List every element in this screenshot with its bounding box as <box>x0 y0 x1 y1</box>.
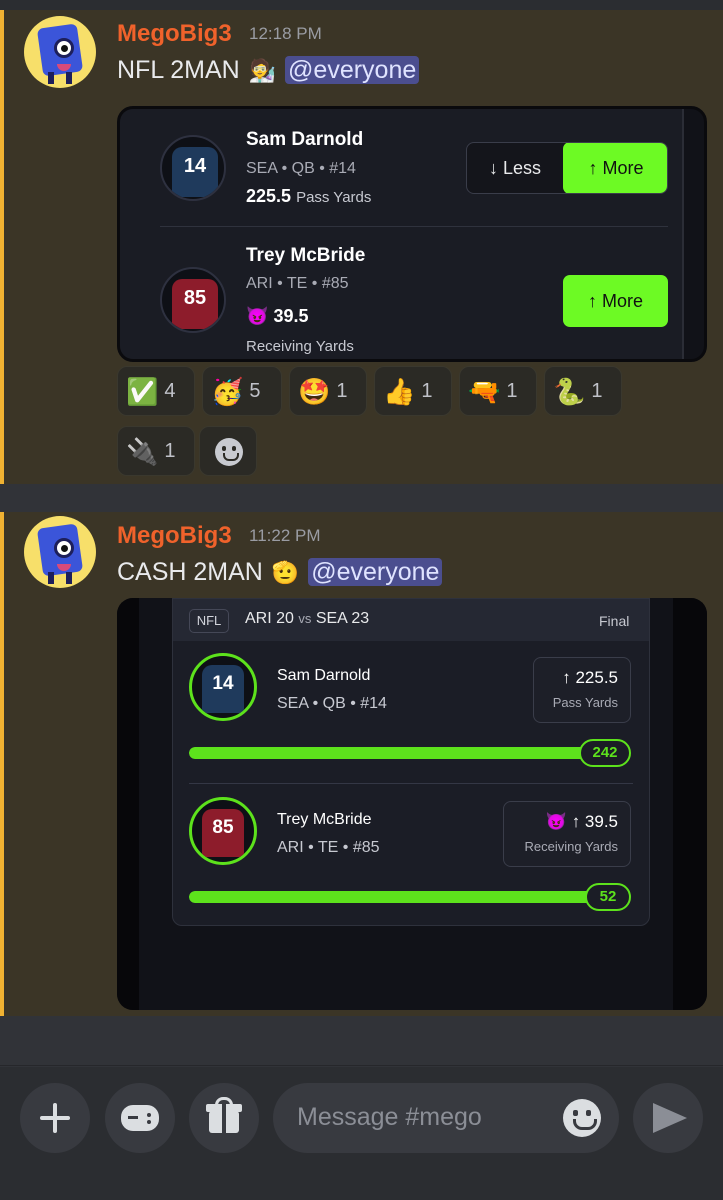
game-header: NFL ARI 20 vs SEA 23 Final <box>173 599 649 641</box>
message-separator <box>0 484 723 512</box>
line-value: ↑ 225.5 <box>562 668 618 687</box>
player-line: 😈 39.5 <box>246 306 308 327</box>
reaction-plug[interactable]: 🔌 1 <box>117 426 195 476</box>
line-value: 39.5 <box>273 306 309 326</box>
salute-emoji: 🫡 <box>271 560 300 585</box>
more-button[interactable]: ↑ More <box>563 275 668 327</box>
star-struck-icon: 🤩 <box>298 376 331 407</box>
scientist-emoji: 🧑‍🔬 <box>248 58 277 83</box>
message-input[interactable]: Message #mego <box>273 1083 619 1153</box>
jersey-image: 85 <box>189 797 257 865</box>
timestamp: 11:22 PM <box>249 526 321 545</box>
emoji-picker-icon[interactable] <box>563 1099 601 1137</box>
progress-bar <box>189 891 599 903</box>
plug-icon: 🔌 <box>126 436 159 467</box>
jersey-image: 85 <box>160 267 226 333</box>
prop-embed-image[interactable]: 14 Sam Darnold SEA • QB • #14 225.5 Pass… <box>117 106 707 362</box>
result-value: 52 <box>585 883 631 911</box>
stat-label: Pass Yards <box>296 189 372 206</box>
message-text: CASH 2MAN <box>117 558 263 586</box>
avatar[interactable] <box>24 16 96 88</box>
player-name: Sam Darnold <box>277 667 371 684</box>
reaction-check[interactable]: ✅ 4 <box>117 366 195 416</box>
timestamp: 12:18 PM <box>249 24 322 43</box>
message-2: MegoBig3 11:22 PM CASH 2MAN 🫡 @everyone … <box>0 512 723 1016</box>
message-placeholder: Message #mego <box>297 1103 482 1131</box>
smiley-icon <box>215 438 243 466</box>
prop-card: 14 Sam Darnold SEA • QB • #14 225.5 Pass… <box>120 109 684 359</box>
player-info: ARI • TE • #85 <box>277 839 380 856</box>
stat-label: Receiving Yards <box>524 839 618 854</box>
water-gun-icon: 🔫 <box>468 376 501 407</box>
player-name: Trey McBride <box>277 811 372 828</box>
attach-button[interactable] <box>20 1083 90 1153</box>
progress-bar <box>189 747 589 759</box>
message-text: NFL 2MAN <box>117 56 240 84</box>
send-icon <box>653 1103 687 1133</box>
stat-label: Receiving Yards <box>246 338 354 355</box>
gift-button[interactable] <box>189 1083 259 1153</box>
line-box: 😈 ↑ 39.5 Receiving Yards <box>503 801 631 867</box>
less-button[interactable]: ↓ Less <box>467 143 563 193</box>
username[interactable]: MegoBig3 <box>117 522 232 550</box>
player-info: SEA • QB • #14 <box>246 160 356 177</box>
reaction-thumbs-up[interactable]: 👍 1 <box>374 366 452 416</box>
progress-fill <box>189 747 589 759</box>
check-icon: ✅ <box>126 376 159 407</box>
jersey-image: 14 <box>160 135 226 201</box>
add-reaction-button[interactable] <box>199 426 257 476</box>
reaction-party[interactable]: 🥳 5 <box>202 366 282 416</box>
party-face-icon: 🥳 <box>211 376 244 407</box>
player-line: 225.5 Pass Yards <box>246 186 371 207</box>
divider <box>189 783 633 784</box>
reaction-star-eyes[interactable]: 🤩 1 <box>289 366 367 416</box>
devil-icon: 😈 <box>246 306 269 326</box>
line-value: 😈 ↑ 39.5 <box>545 812 618 831</box>
player-name: Trey McBride <box>246 245 366 266</box>
result-value: 242 <box>579 739 631 767</box>
player-name: Sam Darnold <box>246 129 364 150</box>
devil-icon: 😈 <box>545 812 567 831</box>
message-content: CASH 2MAN 🫡 @everyone <box>117 558 443 587</box>
line-value: 225.5 <box>246 186 292 206</box>
chat-bottom-spacer <box>0 1016 723 1066</box>
league-badge: NFL <box>189 609 229 633</box>
username[interactable]: MegoBig3 <box>117 20 232 48</box>
game-score: ARI 20 vs SEA 23 <box>245 610 370 627</box>
player-info: ARI • TE • #85 <box>246 275 349 292</box>
send-button[interactable] <box>633 1083 703 1153</box>
line-box: ↑ 225.5 Pass Yards <box>533 657 631 723</box>
reaction-water-gun[interactable]: 🔫 1 <box>459 366 537 416</box>
everyone-mention[interactable]: @everyone <box>285 56 420 84</box>
less-more-toggle: ↓ Less ↑ More <box>466 142 668 194</box>
result-card: NFL ARI 20 vs SEA 23 Final 14 Sam Darnol… <box>172 598 650 926</box>
result-embed-image[interactable]: NFL ARI 20 vs SEA 23 Final 14 Sam Darnol… <box>117 598 707 1010</box>
snake-icon: 🐍 <box>553 376 586 407</box>
message-composer: Message #mego <box>0 1067 723 1200</box>
top-bar <box>0 0 723 10</box>
everyone-mention[interactable]: @everyone <box>308 558 443 586</box>
jersey-image: 14 <box>189 653 257 721</box>
player-info: SEA • QB • #14 <box>277 695 387 712</box>
more-button[interactable]: ↑ More <box>563 143 667 193</box>
avatar[interactable] <box>24 516 96 588</box>
progress-fill <box>189 891 599 903</box>
game-status: Final <box>599 613 630 629</box>
reaction-snake[interactable]: 🐍 1 <box>544 366 622 416</box>
message-content: NFL 2MAN 🧑‍🔬 @everyone <box>117 56 420 85</box>
message-1: MegoBig3 12:18 PM NFL 2MAN 🧑‍🔬 @everyone… <box>0 10 723 484</box>
thumbs-up-icon: 👍 <box>383 376 416 407</box>
stat-label: Pass Yards <box>552 695 618 710</box>
gamepad-icon <box>121 1105 159 1131</box>
divider <box>160 226 668 227</box>
activities-button[interactable] <box>105 1083 175 1153</box>
